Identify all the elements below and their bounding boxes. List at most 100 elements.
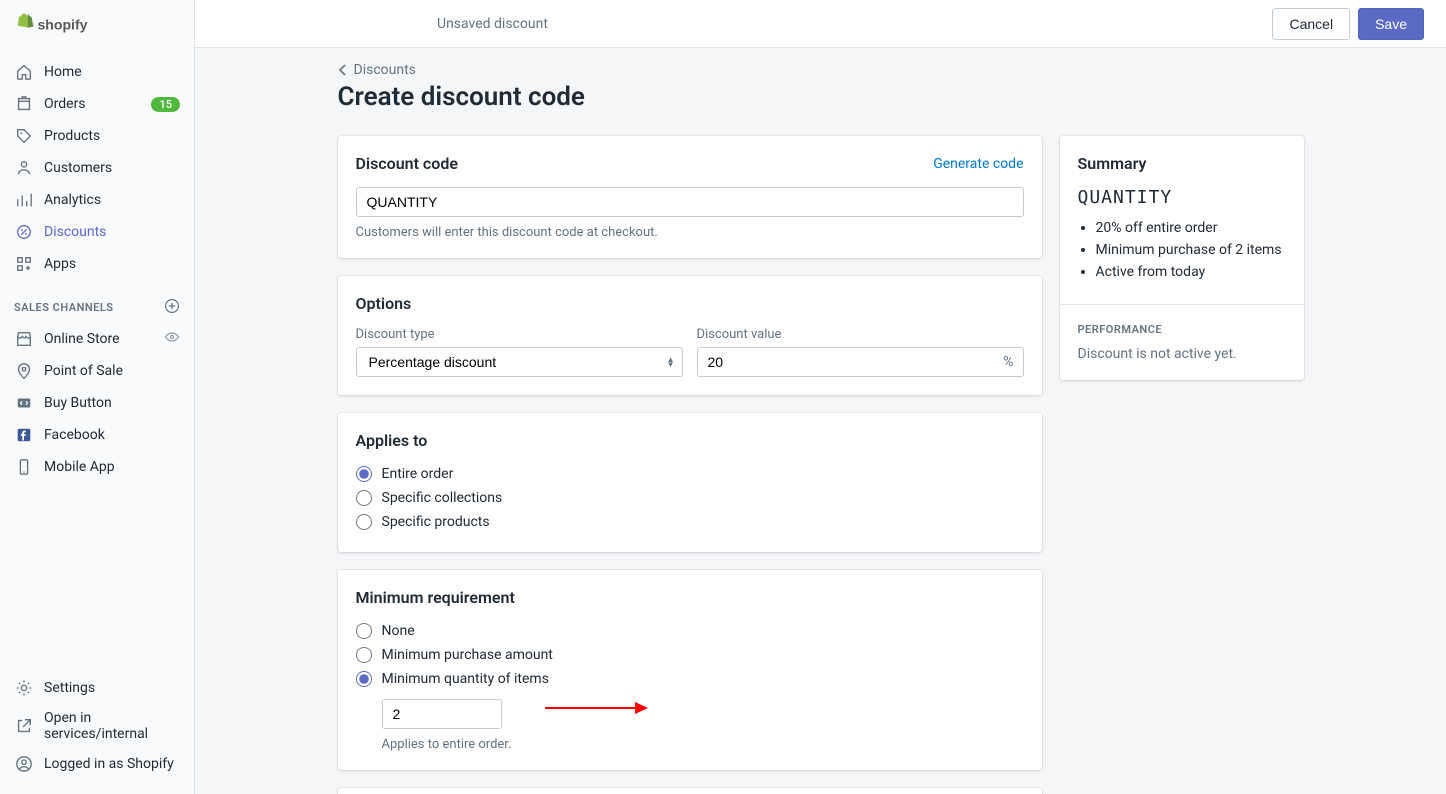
summary-list: 20% off entire order Minimum purchase of… <box>1078 220 1286 280</box>
nav-settings[interactable]: Settings <box>0 672 194 704</box>
nav-buy-button[interactable]: Buy Button <box>0 387 194 419</box>
percent-suffix: % <box>1003 354 1013 370</box>
nav-label: Buy Button <box>44 395 180 411</box>
nav-label: Discounts <box>44 224 180 240</box>
eye-icon[interactable] <box>164 329 180 349</box>
card-title: Discount code <box>356 154 458 173</box>
nav-label: Customers <box>44 160 180 176</box>
topbar-title: Unsaved discount <box>437 16 1272 32</box>
card-title: Minimum requirement <box>356 588 1024 607</box>
nav-mobile-app[interactable]: Mobile App <box>0 451 194 483</box>
radio-label: Specific collections <box>382 490 503 506</box>
add-channel-button[interactable] <box>164 298 180 317</box>
nav-label: Online Store <box>44 331 158 347</box>
nav-products[interactable]: Products <box>0 120 194 152</box>
sidebar: shopify Home Orders 15 Products Customer… <box>0 0 195 794</box>
sidebar-footer: Settings Open in services/internal Logge… <box>0 666 194 794</box>
primary-nav: Home Orders 15 Products Customers Analyt… <box>0 56 194 666</box>
nav-label: Settings <box>44 680 180 696</box>
help-text: Customers will enter this discount code … <box>356 225 1024 240</box>
apps-icon <box>14 254 34 274</box>
mobile-icon <box>14 457 34 477</box>
applies-to-card: Applies to Entire order Specific collect… <box>338 413 1042 552</box>
sales-channels-header: SALES CHANNELS <box>0 280 194 323</box>
nav-label: Products <box>44 128 180 144</box>
customers-icon <box>14 158 34 178</box>
radio-input[interactable] <box>356 647 372 663</box>
radio-entire-order[interactable]: Entire order <box>356 462 1024 486</box>
nav-logged-in[interactable]: Logged in as Shopify <box>0 748 194 780</box>
nav-label: Facebook <box>44 427 180 443</box>
nav-open-services[interactable]: Open in services/internal <box>0 704 194 748</box>
summary-item: Minimum purchase of 2 items <box>1096 242 1286 258</box>
shopify-logo-icon: shopify <box>14 12 100 38</box>
radio-none[interactable]: None <box>356 619 1024 643</box>
nav-label: Orders <box>44 96 151 112</box>
cancel-button[interactable]: Cancel <box>1272 8 1350 40</box>
radio-min-purchase[interactable]: Minimum purchase amount <box>356 643 1024 667</box>
next-card-partial <box>338 788 1042 794</box>
nav-facebook[interactable]: Facebook <box>0 419 194 451</box>
radio-input[interactable] <box>356 623 372 639</box>
discount-type-select[interactable]: Percentage discount <box>356 347 683 377</box>
orders-badge: 15 <box>151 97 180 112</box>
nav-apps[interactable]: Apps <box>0 248 194 280</box>
external-icon <box>14 716 34 736</box>
performance-header: PERFORMANCE <box>1078 323 1286 336</box>
field-label: Discount type <box>356 327 683 342</box>
radio-input[interactable] <box>356 514 372 530</box>
breadcrumb[interactable]: Discounts <box>338 62 1304 78</box>
breadcrumb-label: Discounts <box>354 62 416 78</box>
summary-code: QUANTITY <box>1078 187 1286 208</box>
generate-code-link[interactable]: Generate code <box>933 156 1023 172</box>
discounts-icon <box>14 222 34 242</box>
radio-specific-products[interactable]: Specific products <box>356 510 1024 534</box>
radio-specific-collections[interactable]: Specific collections <box>356 486 1024 510</box>
radio-label: Minimum purchase amount <box>382 647 553 663</box>
summary-item: Active from today <box>1096 264 1286 280</box>
help-text: Applies to entire order. <box>382 737 1024 752</box>
nav-online-store[interactable]: Online Store <box>0 323 194 355</box>
field-label: Discount value <box>697 327 1024 342</box>
card-title: Options <box>356 294 1024 313</box>
nav-point-of-sale[interactable]: Point of Sale <box>0 355 194 387</box>
page-title: Create discount code <box>338 82 1304 112</box>
radio-label: None <box>382 623 415 639</box>
radio-input[interactable] <box>356 671 372 687</box>
nav-discounts[interactable]: Discounts <box>0 216 194 248</box>
nav-label: Point of Sale <box>44 363 180 379</box>
discount-code-card: Discount code Generate code Customers wi… <box>338 136 1042 258</box>
min-quantity-input[interactable] <box>382 699 502 729</box>
user-icon <box>14 754 34 774</box>
nav-orders[interactable]: Orders 15 <box>0 88 194 120</box>
discount-code-input[interactable] <box>356 187 1024 217</box>
nav-home[interactable]: Home <box>0 56 194 88</box>
options-card: Options Discount type Percentage discoun… <box>338 276 1042 395</box>
save-button[interactable]: Save <box>1358 8 1424 40</box>
products-icon <box>14 126 34 146</box>
summary-title: Summary <box>1078 154 1286 173</box>
brand-logo[interactable]: shopify <box>0 0 194 56</box>
performance-text: Discount is not active yet. <box>1078 346 1286 362</box>
gear-icon <box>14 678 34 698</box>
radio-min-quantity[interactable]: Minimum quantity of items <box>356 667 1024 691</box>
radio-input[interactable] <box>356 466 372 482</box>
nav-label: Logged in as Shopify <box>44 756 180 772</box>
orders-icon <box>14 94 34 114</box>
location-icon <box>14 361 34 381</box>
nav-label: Home <box>44 64 180 80</box>
nav-analytics[interactable]: Analytics <box>0 184 194 216</box>
code-icon <box>14 393 34 413</box>
discount-value-input[interactable] <box>697 347 1024 377</box>
chevron-left-icon <box>338 64 348 76</box>
nav-customers[interactable]: Customers <box>0 152 194 184</box>
nav-label: Open in services/internal <box>44 710 180 742</box>
radio-input[interactable] <box>356 490 372 506</box>
radio-label: Entire order <box>382 466 454 482</box>
radio-label: Specific products <box>382 514 490 530</box>
facebook-icon <box>14 425 34 445</box>
svg-text:shopify: shopify <box>37 17 87 33</box>
topbar: Unsaved discount Cancel Save <box>195 0 1446 48</box>
card-title: Applies to <box>356 431 1024 450</box>
nav-label: Apps <box>44 256 180 272</box>
